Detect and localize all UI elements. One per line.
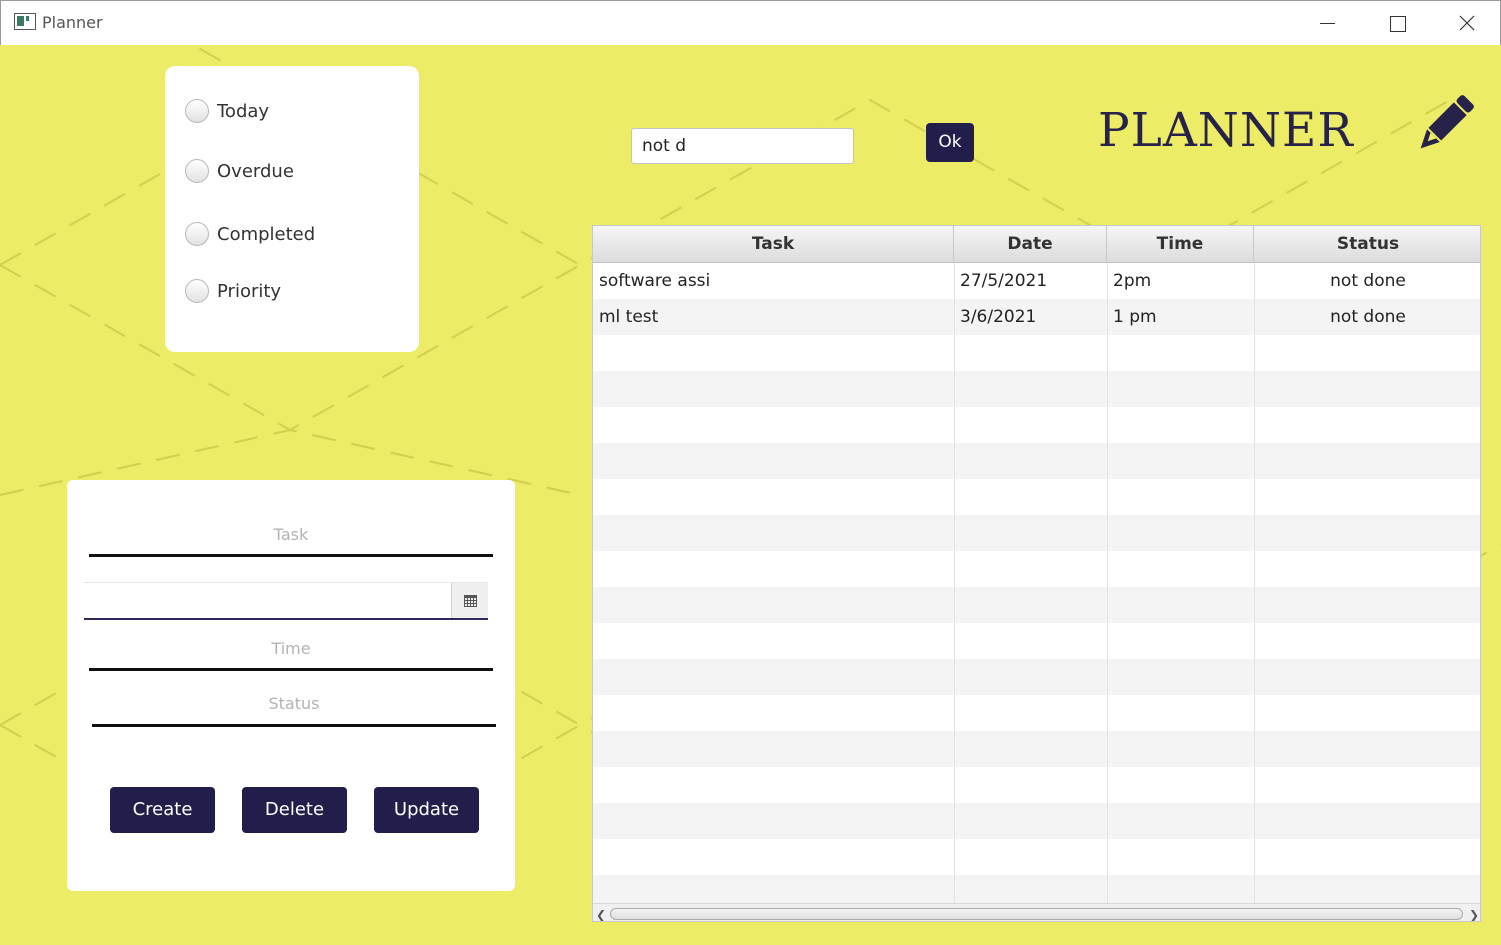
update-button[interactable]: Update [374,787,479,833]
empty-table-row[interactable] [593,407,1480,443]
filter-label: Overdue [217,160,294,182]
table-row[interactable]: ml test 3/6/2021 1 pm not done [593,299,1480,335]
empty-table-row[interactable] [593,659,1480,695]
task-placeholder: Task [273,525,309,544]
delete-button[interactable]: Delete [242,787,347,833]
search-input[interactable] [631,128,854,164]
window-title: Planner [42,13,103,32]
empty-table-row[interactable] [593,371,1480,407]
scrollbar-thumb[interactable] [610,908,1463,920]
empty-table-row[interactable] [593,803,1480,839]
column-header-date[interactable]: Date [954,226,1107,263]
close-button[interactable] [1432,1,1501,46]
empty-table-row[interactable] [593,479,1480,515]
cell-time: 2pm [1113,271,1152,291]
ok-button[interactable]: Ok [926,123,974,162]
cell-time: 1 pm [1113,307,1157,327]
table-row[interactable]: software assi 27/5/2021 2pm not done [593,263,1480,299]
cell-status: not done [1330,307,1406,327]
status-field[interactable]: Status [92,694,496,727]
calendar-icon [464,595,477,607]
cell-date: 3/6/2021 [960,307,1037,327]
column-header-status[interactable]: Status [1254,226,1480,263]
calendar-button[interactable] [451,582,488,618]
filter-priority[interactable]: Priority [185,279,281,303]
column-divider [954,263,955,903]
app-icon [14,13,36,30]
cell-status: not done [1330,271,1406,291]
date-input[interactable] [84,582,451,618]
empty-table-row[interactable] [593,587,1480,623]
column-divider [1107,263,1108,903]
radio-overdue[interactable] [185,159,209,183]
empty-table-row[interactable] [593,767,1480,803]
column-divider [1254,263,1255,903]
create-button[interactable]: Create [110,787,215,833]
radio-completed[interactable] [185,222,209,246]
pencil-icon [1420,95,1474,149]
task-table[interactable]: Task Date Time Status software assi 27/5/… [592,225,1481,922]
title-bar: Planner [0,0,1501,45]
time-placeholder: Time [271,639,311,658]
empty-table-row[interactable] [593,839,1480,875]
minimize-button[interactable] [1293,1,1363,46]
radio-priority[interactable] [185,279,209,303]
empty-table-row[interactable] [593,731,1480,767]
column-header-task[interactable]: Task [593,226,954,263]
time-field[interactable]: Time [89,639,493,671]
scroll-left-icon[interactable]: ❮ [596,908,606,921]
date-picker[interactable] [84,582,488,620]
empty-table-row[interactable] [593,551,1480,587]
task-field[interactable]: Task [89,525,493,557]
filter-today[interactable]: Today [185,99,269,123]
empty-table-row[interactable] [593,515,1480,551]
scroll-right-icon[interactable]: ❯ [1469,908,1479,921]
empty-table-row[interactable] [593,695,1480,731]
status-placeholder: Status [268,694,320,713]
empty-table-row[interactable] [593,443,1480,479]
table-header: Task Date Time Status [593,226,1480,263]
close-icon [1459,15,1475,31]
cell-task: ml test [599,307,659,327]
app-area: Today Overdue Completed Priority Ok PLAN… [0,45,1501,945]
filter-label: Priority [217,280,282,302]
cell-task: software assi [599,271,711,291]
empty-table-row[interactable] [593,623,1480,659]
column-header-time[interactable]: Time [1107,226,1254,263]
filter-panel: Today Overdue Completed Priority [165,66,419,352]
horizontal-scrollbar[interactable]: ❮ ❯ [593,903,1480,921]
filter-overdue[interactable]: Overdue [185,159,294,183]
maximize-button[interactable] [1362,1,1432,46]
task-form: Task Time Status Create Delete Update [67,480,515,891]
radio-today[interactable] [185,99,209,123]
cell-date: 27/5/2021 [960,271,1048,291]
filter-label: Completed [217,223,316,245]
filter-label: Today [217,100,270,122]
page-title: PLANNER [1098,103,1354,158]
empty-table-row[interactable] [593,335,1480,371]
filter-completed[interactable]: Completed [185,222,315,246]
